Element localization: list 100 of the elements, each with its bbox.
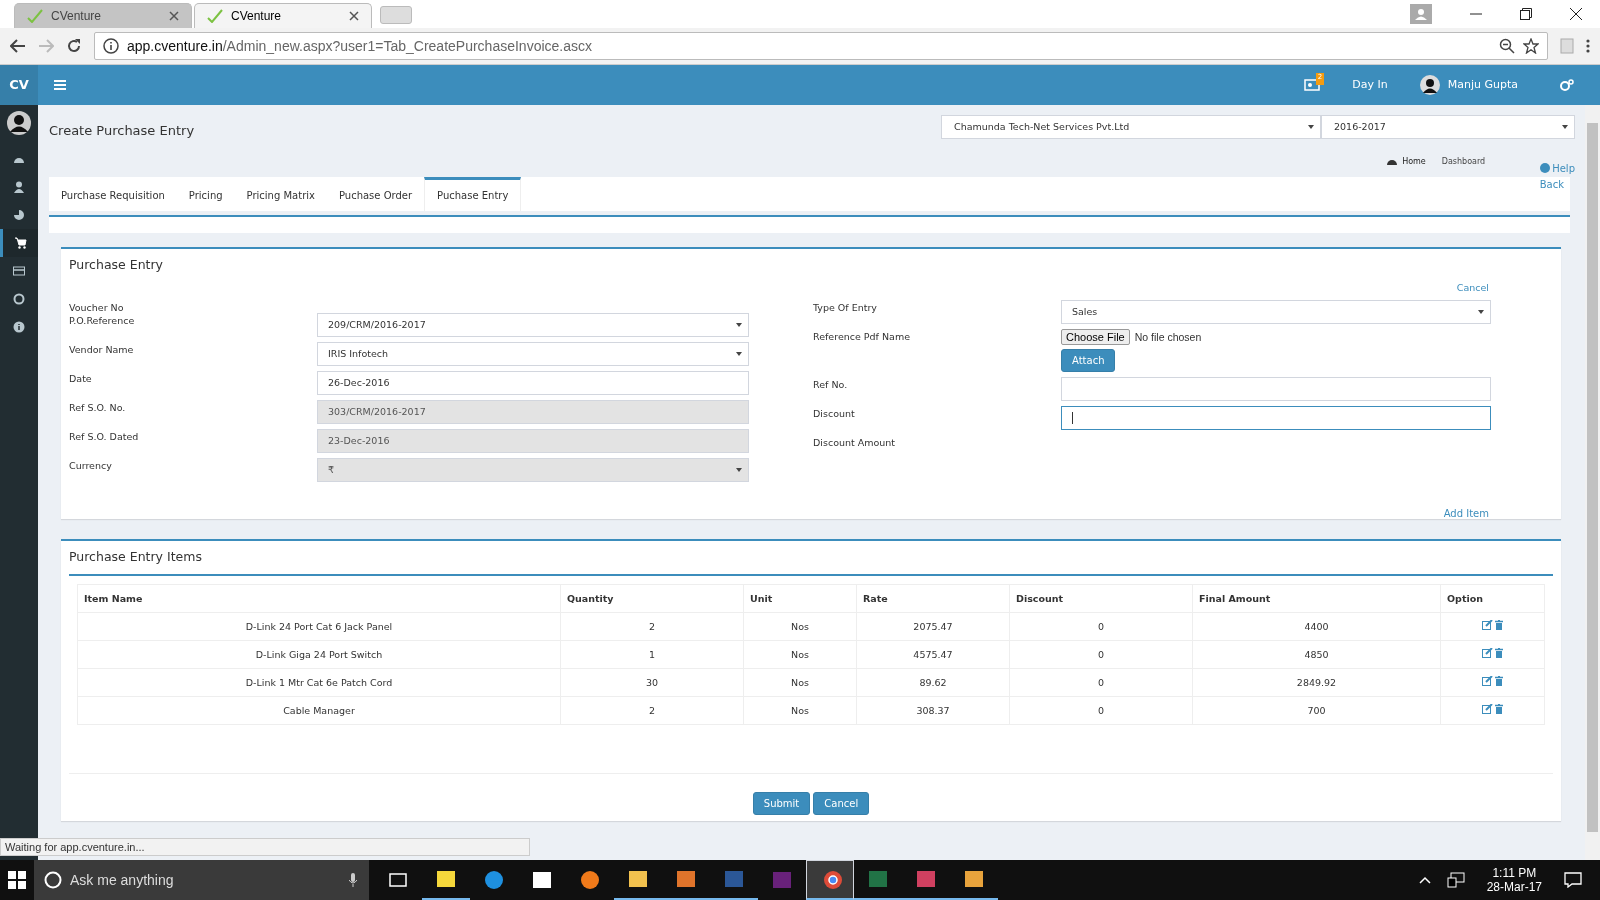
user-name[interactable]: Manju Gupta — [1447, 78, 1518, 92]
network-icon[interactable] — [1446, 872, 1465, 888]
square-icon — [531, 869, 553, 891]
file-status: No file chosen — [1134, 330, 1202, 343]
input-field[interactable]: 26-Dec-2016 — [317, 370, 749, 395]
reload-icon[interactable] — [66, 37, 82, 54]
table-cell: 2075.47 — [856, 612, 1010, 641]
year-select[interactable]: 2016-2017 — [1321, 114, 1575, 139]
folder-icon — [627, 868, 649, 890]
field-label: Discount — [813, 406, 856, 421]
pie-chart-icon — [13, 208, 25, 221]
table-cell: 308.37 — [856, 696, 1010, 725]
notification-icon[interactable] — [1303, 78, 1320, 91]
tab[interactable]: Puchase Entry — [424, 176, 522, 211]
back-icon[interactable] — [10, 38, 26, 53]
day-in-link[interactable]: Day In — [1352, 78, 1388, 92]
field-label: Date — [69, 371, 93, 386]
table-cell: 4400 — [1192, 612, 1441, 641]
field-label: Ref No. — [813, 377, 849, 392]
table-cell: 0 — [1009, 696, 1193, 725]
company-select[interactable]: Chamunda Tech-Net Services Pvt.Ltd — [941, 114, 1321, 139]
field-label: Ref S.O. Dated — [69, 429, 140, 444]
cart-icon — [14, 236, 27, 249]
delete-icon[interactable] — [1495, 648, 1503, 659]
page-title: Create Purchase Entry — [49, 122, 195, 140]
tab[interactable]: Puchase Order — [326, 176, 425, 211]
select-field[interactable]: IRIS Infotech — [317, 341, 749, 366]
notifications-icon[interactable] — [1564, 872, 1582, 888]
avatar — [7, 110, 31, 135]
check-icon — [207, 8, 223, 23]
taskbar-app[interactable] — [806, 860, 854, 900]
table-cell: 4850 — [1192, 640, 1441, 669]
table-cell: 4575.47 — [856, 640, 1010, 669]
choose-file-button[interactable]: Choose File — [1061, 328, 1130, 345]
tab[interactable]: Purchase Requisition — [49, 176, 177, 211]
star-icon[interactable] — [1523, 37, 1539, 54]
column-header: Discount — [1009, 584, 1193, 613]
address-bar[interactable]: app.cventure.in/Admin_new.aspx?user1=Tab_CreatePurchaseInvoice.ascx — [94, 31, 1548, 60]
table-cell: 0 — [1009, 612, 1193, 641]
user-icon — [13, 180, 25, 193]
square-icon — [915, 868, 937, 890]
edit-icon[interactable] — [1482, 704, 1493, 715]
search-icon — [44, 871, 62, 889]
panel-title: Purchase Entry Items — [68, 547, 203, 564]
table-cell: Cable Manager — [77, 696, 561, 725]
caret-up-icon[interactable] — [1418, 876, 1431, 884]
logo[interactable]: CV — [0, 64, 38, 105]
circle-icon — [579, 869, 601, 891]
windows-icon[interactable] — [8, 871, 26, 889]
add-item-link[interactable]: Add Item — [1443, 507, 1489, 519]
field-label: Reference Pdf Name — [813, 329, 911, 344]
caret-icon — [1562, 124, 1568, 129]
table-cell: 1 — [560, 640, 744, 669]
submit-button[interactable]: Submit — [752, 791, 811, 815]
tab[interactable]: Pricing Matrix — [234, 176, 327, 211]
table-cell: 89.62 — [856, 668, 1010, 697]
help-icon — [1540, 163, 1551, 174]
breadcrumb-link[interactable]: Home — [1402, 156, 1426, 166]
circle-icon — [483, 869, 505, 891]
scrollbar[interactable] — [1585, 104, 1600, 860]
microphone-icon[interactable] — [349, 873, 357, 887]
caret-icon — [1308, 124, 1314, 129]
field-label: Type Of Entry — [813, 300, 878, 315]
edit-icon[interactable] — [1482, 648, 1493, 659]
back-link[interactable]: Back — [1539, 178, 1564, 211]
search-field[interactable]: Ask me anything — [34, 860, 369, 900]
attach-button[interactable]: Attach — [1061, 348, 1116, 372]
caret-icon — [736, 467, 742, 472]
table-cell: Nos — [743, 612, 857, 641]
ring-icon — [822, 868, 844, 891]
table-cell: D-Link 24 Port Cat 6 Jack Panel — [77, 612, 561, 641]
close-icon[interactable] — [349, 10, 359, 21]
menu-icon[interactable] — [1586, 38, 1590, 53]
edit-icon[interactable] — [1482, 676, 1493, 687]
clock[interactable]: 1:11 PM 28-Mar-17 — [1486, 866, 1542, 894]
check-icon — [27, 8, 43, 23]
info-icon — [103, 37, 119, 54]
delete-icon[interactable] — [1495, 620, 1503, 631]
zoom-icon[interactable] — [1499, 37, 1515, 54]
column-header: Item Name — [77, 584, 561, 613]
select-field[interactable]: Sales — [1061, 299, 1491, 324]
table-cell: 700 — [1192, 696, 1441, 725]
menu-icon[interactable] — [54, 79, 66, 90]
note-icon — [435, 868, 457, 890]
field-label: Ref S.O. No. — [69, 400, 127, 415]
input-field[interactable] — [1061, 405, 1491, 430]
close-icon[interactable] — [1570, 8, 1582, 20]
settings-icon[interactable] — [1560, 78, 1574, 91]
restore-icon[interactable] — [1520, 8, 1532, 20]
edit-icon[interactable] — [1482, 620, 1493, 631]
select-field[interactable]: 209/CRM/2016-2017 — [317, 312, 749, 337]
cancel-link[interactable]: Cancel — [1456, 281, 1489, 293]
browser-tab[interactable]: CVenture — [14, 2, 192, 28]
delete-icon[interactable] — [1495, 704, 1503, 715]
table-cell: 0 — [1009, 668, 1193, 697]
tab[interactable]: Pricing — [176, 176, 235, 211]
browser-tab[interactable]: CVenture — [194, 2, 372, 28]
cancel-button[interactable]: Cancel — [813, 791, 870, 815]
sidebar-item[interactable] — [0, 228, 38, 257]
delete-icon[interactable] — [1495, 676, 1503, 687]
